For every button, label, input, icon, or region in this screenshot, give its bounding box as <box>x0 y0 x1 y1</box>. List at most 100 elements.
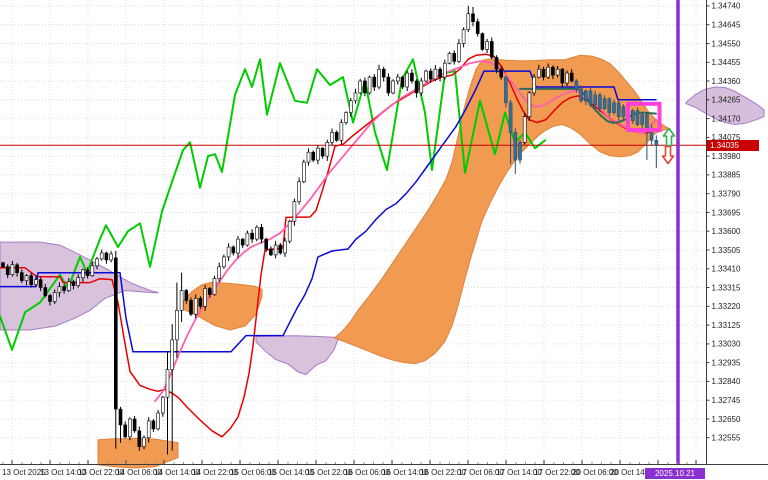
candle-body <box>109 253 113 261</box>
candle-body <box>372 76 377 88</box>
candle-body <box>240 238 245 246</box>
candle-body <box>330 132 334 143</box>
candle-body <box>607 98 612 113</box>
candle-body <box>466 13 471 30</box>
candle-body <box>161 396 165 414</box>
candle-body <box>292 201 297 222</box>
candle-body <box>90 265 95 276</box>
candle-body <box>123 424 127 438</box>
candle-body <box>395 76 400 82</box>
candle-body <box>551 66 555 76</box>
candle-body <box>34 279 38 285</box>
candle-body <box>560 68 565 84</box>
candle-body <box>414 80 419 94</box>
candle-body <box>348 100 353 113</box>
candle-body <box>381 68 386 78</box>
candle-body <box>494 56 499 70</box>
candle-body <box>81 269 85 278</box>
candle-body <box>565 72 569 84</box>
candle-body <box>306 151 311 163</box>
candle-body <box>287 221 292 242</box>
candle-body <box>132 418 137 432</box>
candle-body <box>137 430 142 447</box>
price-tick-label: 1.33980 <box>712 152 741 161</box>
candle-body <box>630 110 635 121</box>
candle-body <box>635 110 640 125</box>
price-tick-label: 1.33030 <box>712 340 741 349</box>
candle-body <box>447 53 452 64</box>
trading-chart-window: 1.34740 1.34645 1.34550 1.34455 1.34360 1.342… <box>0 0 768 480</box>
candle-body <box>386 76 391 94</box>
price-tick-label: 1.34550 <box>712 39 741 48</box>
candle-body <box>527 92 532 117</box>
candle-body <box>316 147 320 161</box>
candle-body <box>118 408 123 426</box>
candle-body <box>43 287 48 296</box>
candle-body <box>536 68 541 78</box>
candle-body <box>645 114 649 129</box>
price-tick-label: 1.34740 <box>712 2 741 11</box>
candle-body <box>128 418 132 438</box>
candle-body <box>15 264 19 273</box>
candle-body <box>38 279 43 288</box>
candle-body <box>212 278 217 295</box>
candle-body <box>513 132 518 161</box>
candle-body <box>170 339 174 370</box>
candle-body <box>278 244 283 254</box>
candle-body <box>391 80 395 94</box>
candle-body <box>499 68 504 78</box>
candle-body <box>165 369 170 398</box>
candle-body <box>198 298 203 307</box>
candle-body <box>71 281 76 286</box>
candle-body <box>179 290 184 311</box>
candle-body <box>104 252 109 261</box>
price-tick-label: 1.33125 <box>712 321 741 330</box>
candle-body <box>344 112 348 123</box>
candle-body <box>428 70 433 80</box>
candle-body <box>95 258 99 267</box>
price-tick-label: 1.33600 <box>712 227 741 236</box>
candle-body <box>541 68 546 78</box>
price-tick-label: 1.33885 <box>712 171 741 180</box>
price-tick-label: 1.33505 <box>712 246 741 255</box>
candle-body <box>485 41 489 50</box>
price-chart[interactable]: 1.34740 1.34645 1.34550 1.34455 1.34360 1.342… <box>0 0 768 480</box>
candle-body <box>616 102 621 117</box>
candle-body <box>250 232 254 240</box>
price-tick-label: 1.32935 <box>712 358 741 367</box>
price-tick-label: 1.33695 <box>712 208 741 217</box>
candle-body <box>457 43 461 62</box>
candle-body <box>522 116 527 143</box>
price-tick-label: 1.34170 <box>712 114 741 123</box>
candle-body <box>475 21 480 34</box>
candle-body <box>142 437 146 447</box>
candle-body <box>320 147 325 157</box>
candle-body <box>226 246 231 258</box>
candle-body <box>5 266 10 275</box>
candle-body <box>438 68 442 78</box>
candle-body <box>175 309 179 341</box>
candle-body <box>189 300 193 315</box>
candle-body <box>184 290 189 301</box>
candle-body <box>588 90 593 106</box>
candle-body <box>367 76 372 94</box>
candle-body <box>222 256 226 268</box>
candle-body <box>640 114 645 125</box>
price-tick-label: 1.34455 <box>712 58 741 67</box>
candle-body <box>24 275 29 281</box>
price-axis[interactable]: 1.34740 1.34645 1.34550 1.34455 1.34360 1.342… <box>706 2 741 443</box>
candle-body <box>461 29 466 44</box>
candle-body <box>339 122 344 141</box>
price-tick-label: 1.32840 <box>712 377 741 386</box>
price-tick-label: 1.32745 <box>712 396 741 405</box>
candle-body <box>508 102 513 133</box>
price-tick-label: 1.33220 <box>712 302 741 311</box>
candle-body <box>363 80 367 94</box>
current-price-badge: 1.34035 <box>707 140 759 151</box>
candle-body <box>334 132 339 141</box>
candle-body <box>297 181 301 202</box>
candle-body <box>410 72 414 82</box>
candle-body <box>405 72 410 88</box>
candle-body <box>400 76 405 88</box>
candle-body <box>193 298 198 315</box>
